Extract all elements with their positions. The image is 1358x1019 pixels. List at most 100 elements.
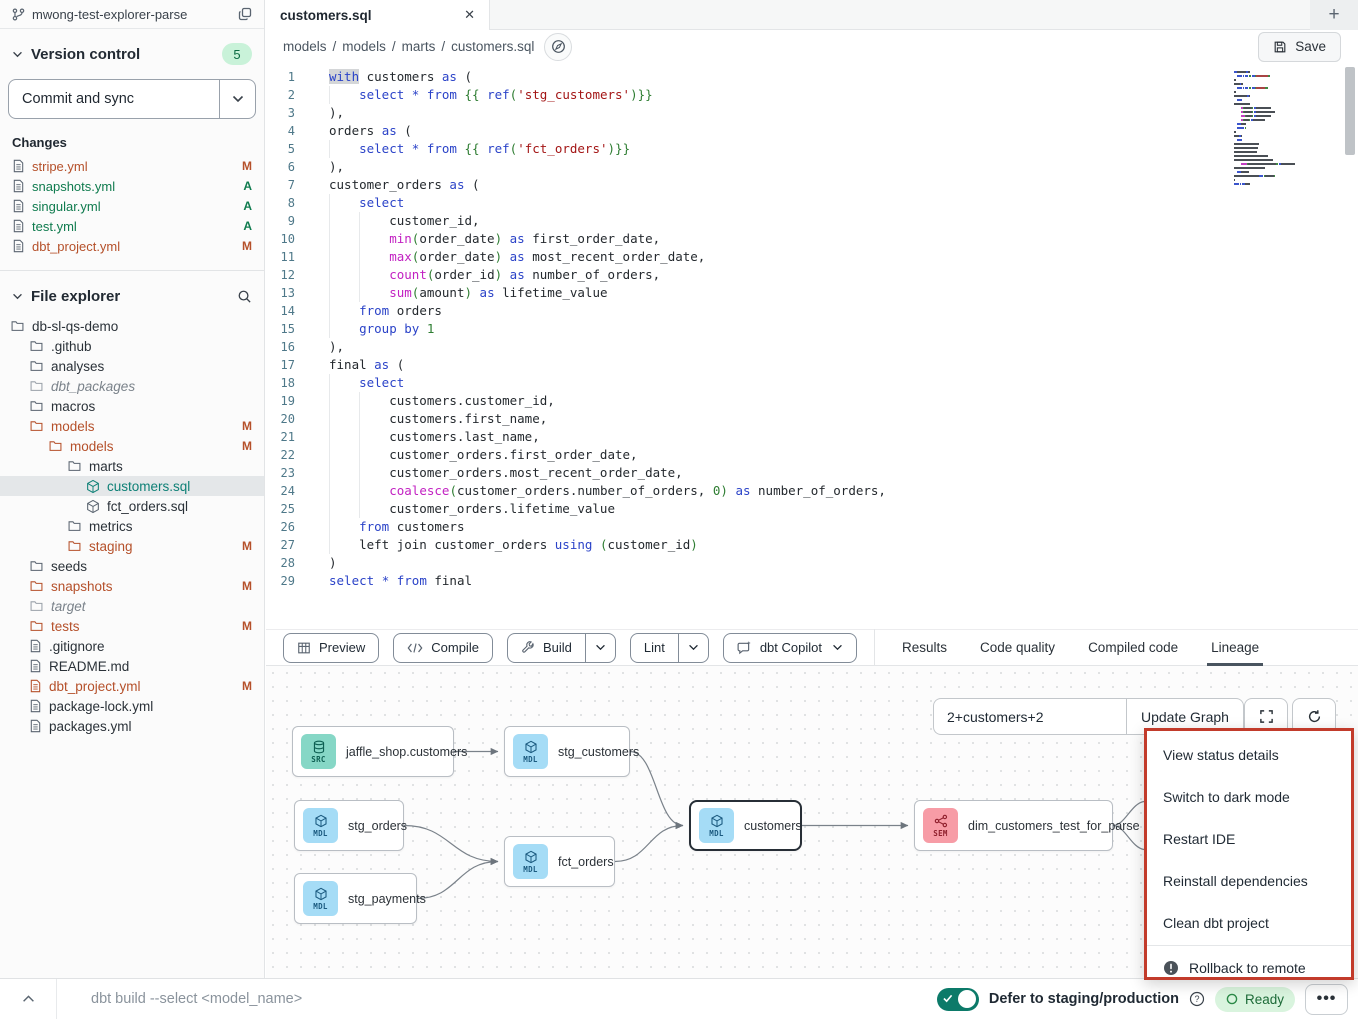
- expand-command-bar-chevron[interactable]: [0, 995, 56, 1003]
- panel-tab-results[interactable]: Results: [902, 630, 947, 665]
- breadcrumb-part[interactable]: marts: [402, 39, 436, 54]
- code-line-26[interactable]: 26 from customers: [266, 518, 1358, 536]
- tree-item-analyses[interactable]: analyses: [0, 356, 264, 376]
- menu-item-rollback-to-remote[interactable]: Rollback to remote: [1147, 947, 1351, 989]
- tree-item-models[interactable]: modelsM: [0, 436, 264, 456]
- tree-item-metrics[interactable]: metrics: [0, 516, 264, 536]
- tree-item-customers.sql[interactable]: customers.sql: [0, 476, 264, 496]
- code-line-28[interactable]: 28): [266, 554, 1358, 572]
- save-button[interactable]: Save: [1258, 32, 1341, 62]
- copy-icon[interactable]: [238, 7, 252, 21]
- tree-item-.github[interactable]: .github: [0, 336, 264, 356]
- changed-file-snapshots.yml[interactable]: snapshots.ymlA: [0, 176, 264, 196]
- tree-item-seeds[interactable]: seeds: [0, 556, 264, 576]
- code-line-20[interactable]: 20 customers.first_name,: [266, 410, 1358, 428]
- preview-button[interactable]: Preview: [283, 633, 379, 663]
- lint-button[interactable]: Lint: [630, 633, 709, 663]
- code-line-23[interactable]: 23 customer_orders.most_recent_order_dat…: [266, 464, 1358, 482]
- lineage-node-fct_orders[interactable]: MDLfct_orders: [504, 836, 615, 887]
- lineage-node-jaffle_shop.customers[interactable]: SRCjaffle_shop.customers: [292, 726, 454, 777]
- code-line-22[interactable]: 22 customer_orders.first_order_date,: [266, 446, 1358, 464]
- changed-file-dbt_project.yml[interactable]: dbt_project.ymlM: [0, 236, 264, 256]
- lineage-node-stg_orders[interactable]: MDLstg_orders: [294, 800, 404, 851]
- defer-toggle[interactable]: [937, 988, 979, 1011]
- commit-and-sync-button[interactable]: Commit and sync: [8, 79, 256, 119]
- lineage-node-stg_customers[interactable]: MDLstg_customers: [504, 726, 630, 777]
- code-line-25[interactable]: 25 customer_orders.lifetime_value: [266, 500, 1358, 518]
- tree-item-db-sl-qs-demo[interactable]: db-sl-qs-demo: [0, 316, 264, 336]
- code-line-24[interactable]: 24 coalesce(customer_orders.number_of_or…: [266, 482, 1358, 500]
- code-line-3[interactable]: 3),: [266, 104, 1358, 122]
- command-input[interactable]: [91, 991, 591, 1007]
- build-button[interactable]: Build: [507, 633, 616, 663]
- tree-item-marts[interactable]: marts: [0, 456, 264, 476]
- search-icon[interactable]: [237, 289, 252, 304]
- breadcrumb-part[interactable]: models: [342, 39, 386, 54]
- editor-scrollbar[interactable]: [1345, 67, 1355, 155]
- code-editor[interactable]: 1with customers as (2 select * from {{ r…: [266, 63, 1358, 629]
- tree-item-target[interactable]: target: [0, 596, 264, 616]
- breadcrumb-part[interactable]: customers.sql: [451, 39, 534, 54]
- file-explorer-header[interactable]: File explorer: [0, 284, 264, 308]
- tree-item-macros[interactable]: macros: [0, 396, 264, 416]
- code-line-1[interactable]: 1with customers as (: [266, 68, 1358, 86]
- tree-item-package-lock.yml[interactable]: package-lock.yml: [0, 696, 264, 716]
- panel-tab-compiled-code[interactable]: Compiled code: [1088, 630, 1178, 665]
- dbt-copilot-button[interactable]: dbt Copilot: [723, 633, 857, 663]
- tree-item-models[interactable]: modelsM: [0, 416, 264, 436]
- code-line-19[interactable]: 19 customers.customer_id,: [266, 392, 1358, 410]
- tree-item-snapshots[interactable]: snapshotsM: [0, 576, 264, 596]
- tree-item-packages.yml[interactable]: packages.yml: [0, 716, 264, 736]
- code-line-14[interactable]: 14 from orders: [266, 302, 1358, 320]
- code-line-4[interactable]: 4orders as (: [266, 122, 1358, 140]
- menu-item-reinstall-dependencies[interactable]: Reinstall dependencies: [1147, 860, 1351, 902]
- code-line-7[interactable]: 7customer_orders as (: [266, 176, 1358, 194]
- menu-item-clean-dbt-project[interactable]: Clean dbt project: [1147, 902, 1351, 944]
- commit-options-chevron[interactable]: [219, 80, 255, 118]
- code-line-16[interactable]: 16),: [266, 338, 1358, 356]
- new-tab-button[interactable]: +: [1310, 0, 1358, 30]
- lineage-node-dim_customers_test_for_parse[interactable]: SEMdim_customers_test_for_parse: [914, 800, 1113, 851]
- panel-tab-code-quality[interactable]: Code quality: [980, 630, 1055, 665]
- tree-item-dbt_project.yml[interactable]: dbt_project.ymlM: [0, 676, 264, 696]
- lint-options-chevron[interactable]: [678, 634, 708, 662]
- command-bar[interactable]: [57, 979, 937, 1019]
- tree-item-README.md[interactable]: README.md: [0, 656, 264, 676]
- minimap[interactable]: [1234, 71, 1340, 187]
- version-control-header[interactable]: Version control 5: [0, 42, 264, 66]
- build-options-chevron[interactable]: [585, 634, 615, 662]
- close-icon[interactable]: ✕: [464, 7, 475, 23]
- code-line-11[interactable]: 11 max(order_date) as most_recent_order_…: [266, 248, 1358, 266]
- code-line-15[interactable]: 15 group by 1: [266, 320, 1358, 338]
- panel-tab-lineage[interactable]: Lineage: [1211, 630, 1259, 665]
- tree-item-.gitignore[interactable]: .gitignore: [0, 636, 264, 656]
- code-line-27[interactable]: 27 left join customer_orders using (cust…: [266, 536, 1358, 554]
- code-line-13[interactable]: 13 sum(amount) as lifetime_value: [266, 284, 1358, 302]
- changed-file-singular.yml[interactable]: singular.ymlA: [0, 196, 264, 216]
- tree-item-staging[interactable]: stagingM: [0, 536, 264, 556]
- code-line-8[interactable]: 8 select: [266, 194, 1358, 212]
- code-line-21[interactable]: 21 customers.last_name,: [266, 428, 1358, 446]
- tree-item-fct_orders.sql[interactable]: fct_orders.sql: [0, 496, 264, 516]
- menu-item-restart-ide[interactable]: Restart IDE: [1147, 818, 1351, 860]
- compile-button[interactable]: Compile: [393, 633, 493, 663]
- tree-item-dbt_packages[interactable]: dbt_packages: [0, 376, 264, 396]
- code-line-12[interactable]: 12 count(order_id) as number_of_orders,: [266, 266, 1358, 284]
- code-line-10[interactable]: 10 min(order_date) as first_order_date,: [266, 230, 1358, 248]
- code-line-2[interactable]: 2 select * from {{ ref('stg_customers')}…: [266, 86, 1358, 104]
- lineage-search-input[interactable]: [933, 698, 1126, 735]
- help-icon[interactable]: ?: [1189, 991, 1205, 1007]
- code-line-18[interactable]: 18 select: [266, 374, 1358, 392]
- code-line-5[interactable]: 5 select * from {{ ref('fct_orders')}}: [266, 140, 1358, 158]
- code-line-29[interactable]: 29select * from final: [266, 572, 1358, 590]
- code-line-17[interactable]: 17final as (: [266, 356, 1358, 374]
- menu-item-view-status-details[interactable]: View status details: [1147, 734, 1351, 776]
- lineage-node-stg_payments[interactable]: MDLstg_payments: [294, 873, 417, 924]
- changed-file-test.yml[interactable]: test.ymlA: [0, 216, 264, 236]
- lineage-compass-button[interactable]: [544, 33, 572, 61]
- changed-file-stripe.yml[interactable]: stripe.ymlM: [0, 156, 264, 176]
- lineage-node-customers[interactable]: MDLcustomers: [689, 800, 802, 851]
- tab-customers-sql[interactable]: customers.sql ✕: [266, 0, 490, 30]
- code-line-6[interactable]: 6),: [266, 158, 1358, 176]
- tree-item-tests[interactable]: testsM: [0, 616, 264, 636]
